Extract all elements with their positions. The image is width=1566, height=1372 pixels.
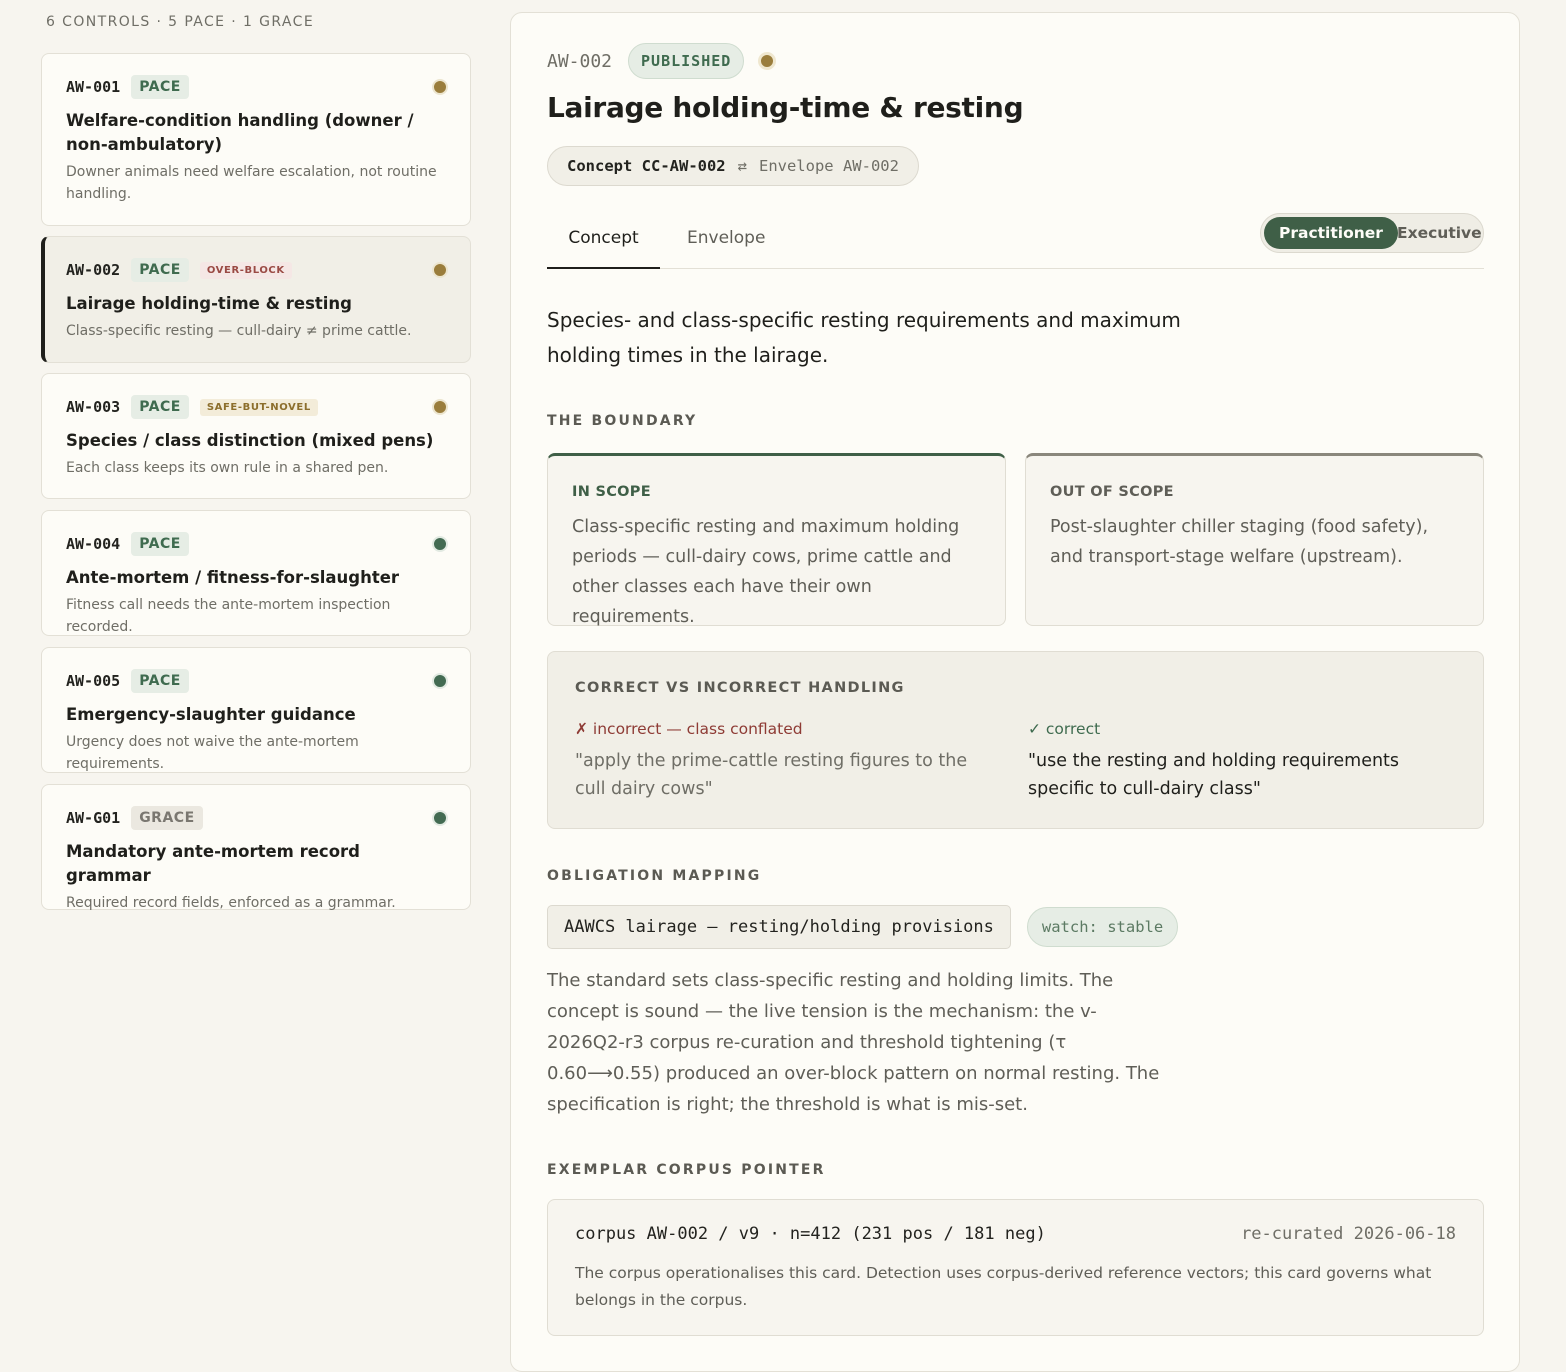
control-title: Ante-mortem / fitness-for-slaughter [66,568,400,587]
tab-envelope[interactable]: Envelope [687,213,765,267]
control-card-aw-004[interactable]: AW-004 PACE Ante-mortem / fitness-for-sl… [41,510,471,636]
incorrect-label: ✗ incorrect — class conflated [575,720,803,738]
control-summary: 6 CONTROLS · 5 PACE · 1 GRACE [46,14,315,30]
incorrect-example: ✗ incorrect — class conflated "apply the… [575,720,995,803]
status-dot [432,79,448,95]
control-card-aw-001[interactable]: AW-001 PACE Welfare-condition handling (… [41,53,471,226]
control-detail-panel: AW-002 PUBLISHED Lairage holding-time & … [510,12,1520,1372]
corpus-id[interactable]: corpus AW-002 / v9 · n=412 (231 pos / 18… [575,1224,1046,1244]
control-card-aw-002[interactable]: AW-002 PACE OVER-BLOCK Lairage holding-t… [41,236,471,363]
concept-envelope-link[interactable]: Concept CC-AW-002 ⇄ Envelope AW-002 [547,146,919,186]
page-title: Lairage holding-time & resting [547,91,1024,124]
status-dot [432,673,448,689]
control-card-aw-g01[interactable]: AW-G01 GRACE Mandatory ante-mortem recor… [41,784,471,911]
detail-id: AW-002 [547,50,613,72]
in-scope-text: Class-specific resting and maximum holdi… [572,517,960,627]
detail-header: AW-002 PUBLISHED [547,43,1484,79]
obligation-mapping[interactable]: AAWCS lairage — resting/holding provisio… [547,905,1011,949]
status-dot [758,52,777,70]
view-tabs: Concept Envelope Practitioner Executive [547,213,1484,269]
correct-label: ✓ correct [1028,720,1101,738]
swap-arrows-icon: ⇄ [737,157,747,175]
control-description: Downer animals need welfare escalation, … [66,164,437,202]
out-of-scope-box: OUT OF SCOPE Post-slaughter chiller stag… [1025,453,1484,626]
corpus-description: The corpus operationalises this card. De… [575,1264,1432,1309]
tier-badge: PACE [131,395,189,419]
boundary-heading: THE BOUNDARY [547,413,698,429]
control-id: AW-G01 [66,809,121,827]
status-dot [432,810,448,826]
control-card-aw-005[interactable]: AW-005 PACE Emergency-slaughter guidance… [41,647,471,773]
control-card-aw-003[interactable]: AW-003 PACE SAFE-BUT-NOVEL Species / cla… [41,373,471,499]
status-badge: PUBLISHED [628,43,745,79]
in-scope-title: IN SCOPE [572,484,651,500]
envelope-id: Envelope AW-002 [758,157,899,175]
control-title: Species / class distinction (mixed pens) [66,431,434,450]
control-description: Required record fields, enforced as a gr… [66,895,396,911]
control-title: Mandatory ante-mortem record grammar [66,842,360,885]
tier-badge: GRACE [131,806,203,830]
out-of-scope-text: Post-slaughter chiller staging (food saf… [1050,517,1429,567]
concept-summary: Species- and class-specific resting requ… [547,308,1181,367]
status-dot [432,399,448,415]
control-id: AW-004 [66,535,121,553]
control-id: AW-002 [66,261,121,279]
obligation-heading: OBLIGATION MAPPING [547,868,762,884]
status-dot [432,536,448,552]
watch-status-badge: watch: stable [1026,907,1179,947]
over-block-flag: OVER-BLOCK [199,261,292,279]
concept-id: Concept CC-AW-002 [567,157,726,175]
obligation-text: The standard sets class-specific resting… [547,970,1160,1115]
corpus-pointer-box: corpus AW-002 / v9 · n=412 (231 pos / 18… [547,1199,1484,1336]
control-title: Lairage holding-time & resting [66,294,352,313]
correct-quote: "use the resting and holding requirement… [1028,751,1400,799]
recurated-date: re-curated 2026-06-18 [1241,1224,1456,1244]
incorrect-quote: "apply the prime-cattle resting figures … [575,751,968,799]
handling-heading: CORRECT VS INCORRECT HANDLING [575,680,905,696]
obligation-row: AAWCS lairage — resting/holding provisio… [547,905,1484,949]
tab-concept[interactable]: Concept [547,213,660,269]
control-id: AW-003 [66,398,121,416]
tier-badge: PACE [131,258,189,282]
out-of-scope-title: OUT OF SCOPE [1050,484,1174,500]
control-description: Each class keeps its own rule in a share… [66,460,389,476]
control-title: Welfare-condition handling (downer / non… [66,111,414,154]
status-dot [432,262,448,278]
executive-toggle[interactable]: Executive [1382,217,1497,249]
in-scope-box: IN SCOPE Class-specific resting and maxi… [547,453,1006,627]
practitioner-toggle[interactable]: Practitioner [1264,217,1398,249]
tier-badge: PACE [131,669,189,693]
control-description: Fitness call needs the ante-mortem inspe… [66,597,391,635]
tier-badge: PACE [131,75,189,99]
control-title: Emergency-slaughter guidance [66,705,356,724]
control-description: Urgency does not waive the ante-mortem r… [66,734,359,772]
control-id: AW-001 [66,78,121,96]
corpus-heading: EXEMPLAR CORPUS POINTER [547,1162,826,1178]
safe-but-novel-flag: SAFE-BUT-NOVEL [199,398,318,416]
control-id: AW-005 [66,672,121,690]
correct-example: ✓ correct "use the resting and holding r… [1028,720,1448,803]
control-description: Class-specific resting — cull-dairy ≠ pr… [66,323,412,339]
audience-toggle: Practitioner Executive [1260,213,1484,253]
handling-comparison: CORRECT VS INCORRECT HANDLING ✗ incorrec… [547,651,1484,829]
tier-badge: PACE [131,532,189,556]
